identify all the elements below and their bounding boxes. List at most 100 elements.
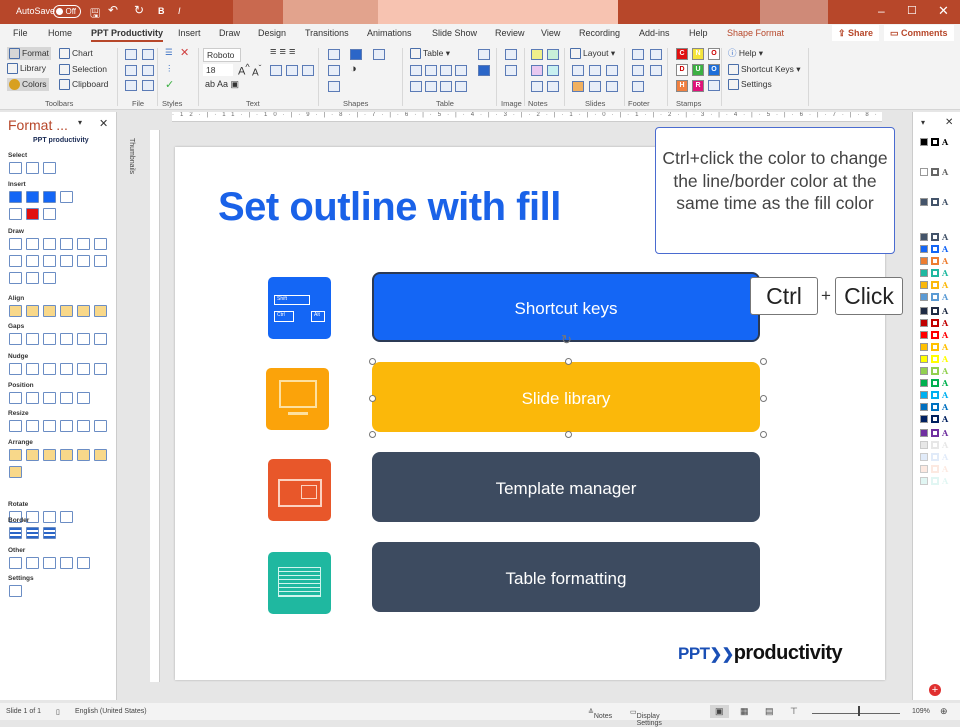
outline-swatch[interactable]	[931, 343, 939, 351]
panel-menu-icon[interactable]: ▾	[921, 118, 925, 127]
footer-icon[interactable]	[632, 49, 644, 60]
panel-close-icon[interactable]: ✕	[945, 117, 953, 128]
tool-button[interactable]	[9, 363, 22, 375]
text-case-icon[interactable]: ab Aa ▣	[205, 79, 239, 90]
tool-button[interactable]	[43, 333, 56, 345]
tool-button[interactable]	[60, 511, 73, 523]
clipboard-button[interactable]: Clipboard	[59, 79, 108, 91]
tool-button[interactable]	[9, 208, 22, 220]
outline-swatch[interactable]	[931, 403, 939, 411]
tab-transitions[interactable]: Transitions	[305, 28, 349, 38]
stamp-delete-icon[interactable]	[708, 80, 720, 91]
slide-icon[interactable]	[572, 81, 584, 92]
fill-swatch[interactable]	[920, 453, 928, 461]
add-color-icon[interactable]: +	[929, 684, 941, 696]
list-icon[interactable]: ⋮	[165, 63, 174, 74]
fill-swatch[interactable]	[920, 477, 928, 485]
color-swatch[interactable]: A	[920, 464, 948, 474]
font-color-swatch[interactable]: A	[942, 378, 948, 388]
color-swatch[interactable]: A	[920, 354, 948, 364]
tool-button[interactable]	[26, 162, 39, 174]
outline-swatch[interactable]	[931, 257, 939, 265]
font-color-swatch[interactable]: A	[942, 292, 948, 302]
fill-swatch[interactable]	[920, 465, 928, 473]
font-color-swatch[interactable]: A	[942, 167, 948, 177]
tool-button[interactable]	[26, 191, 39, 203]
slide-icon[interactable]	[606, 65, 618, 76]
tab-file[interactable]: File	[13, 28, 28, 38]
italic-button[interactable]: I	[178, 6, 181, 16]
shape-icon[interactable]	[373, 49, 385, 60]
line-weight-icon[interactable]	[350, 49, 362, 60]
pane-close-icon[interactable]: ✕	[99, 117, 108, 130]
slide-icon[interactable]	[589, 65, 601, 76]
resize-handle[interactable]	[760, 358, 767, 365]
tool-button[interactable]	[26, 392, 39, 404]
tool-button[interactable]	[77, 420, 90, 432]
fill-swatch[interactable]	[920, 355, 928, 363]
color-swatch[interactable]: A	[920, 330, 948, 340]
fill-swatch[interactable]	[920, 367, 928, 375]
slide-icon[interactable]	[589, 81, 601, 92]
tool-button[interactable]	[94, 255, 107, 267]
outline-swatch[interactable]	[931, 198, 939, 206]
tool-button[interactable]	[9, 272, 22, 284]
outline-swatch[interactable]	[931, 355, 939, 363]
resize-handle[interactable]	[369, 394, 376, 402]
outline-swatch[interactable]	[931, 245, 939, 253]
notes-button[interactable]: ≙ Notes	[588, 708, 612, 720]
tool-button[interactable]	[94, 449, 107, 461]
resize-handle[interactable]	[760, 431, 767, 438]
decrease-font-icon[interactable]: Aˇ	[252, 63, 261, 78]
tab-insert[interactable]: Insert	[178, 28, 201, 38]
outline-swatch[interactable]	[931, 391, 939, 399]
color-swatch[interactable]: A	[920, 342, 948, 352]
tool-button[interactable]	[60, 363, 73, 375]
shape-outline-icon[interactable]	[328, 81, 340, 92]
font-color-swatch[interactable]: A	[942, 354, 948, 364]
outline-swatch[interactable]	[931, 269, 939, 277]
fill-swatch[interactable]	[920, 331, 928, 339]
share-button[interactable]: ⇪ Share	[832, 25, 880, 41]
tool-button[interactable]	[9, 466, 22, 478]
accessibility-icon[interactable]: ▯	[56, 708, 60, 716]
note-delete-icon[interactable]	[547, 81, 559, 92]
tool-button[interactable]	[77, 449, 90, 461]
chart-button[interactable]: Chart	[59, 48, 93, 60]
font-color-swatch[interactable]: A	[942, 318, 948, 328]
increase-font-icon[interactable]: A^	[238, 62, 250, 78]
font-color-swatch[interactable]: A	[942, 268, 948, 278]
font-color-swatch[interactable]: A	[942, 476, 948, 486]
outline-swatch[interactable]	[931, 429, 939, 437]
tool-button[interactable]	[60, 191, 73, 203]
fill-swatch[interactable]	[920, 293, 928, 301]
color-swatch[interactable]: A	[920, 167, 948, 177]
tool-button[interactable]	[9, 449, 22, 461]
font-color-swatch[interactable]: A	[942, 137, 948, 147]
outline-swatch[interactable]	[931, 293, 939, 301]
tool-button[interactable]	[9, 162, 22, 174]
tool-button[interactable]	[43, 392, 56, 404]
align-icons[interactable]: ≡ ≡ ≡	[270, 46, 295, 58]
tool-button[interactable]	[94, 363, 107, 375]
font-color-swatch[interactable]: A	[942, 440, 948, 450]
font-color-swatch[interactable]: A	[942, 197, 948, 207]
tool-button[interactable]	[26, 305, 39, 317]
tool-button[interactable]	[94, 333, 107, 345]
tab-add-ins[interactable]: Add-ins	[639, 28, 670, 38]
file-icon[interactable]	[142, 65, 154, 76]
delete-icon[interactable]: ✕	[180, 46, 189, 59]
outline-swatch[interactable]	[931, 453, 939, 461]
slideshow-button[interactable]: ⊤	[790, 706, 798, 717]
outline-swatch[interactable]	[931, 441, 939, 449]
check-icon[interactable]: ✓	[165, 78, 174, 91]
fill-swatch[interactable]	[920, 319, 928, 327]
color-swatch[interactable]: A	[920, 232, 948, 242]
color-swatch[interactable]: A	[920, 378, 948, 388]
table-icon[interactable]	[440, 81, 452, 92]
tab-view[interactable]: View	[541, 28, 560, 38]
close-icon[interactable]: ✕	[938, 3, 949, 19]
tool-button[interactable]	[43, 191, 56, 203]
font-color-swatch[interactable]: A	[942, 256, 948, 266]
tool-button[interactable]	[43, 305, 56, 317]
